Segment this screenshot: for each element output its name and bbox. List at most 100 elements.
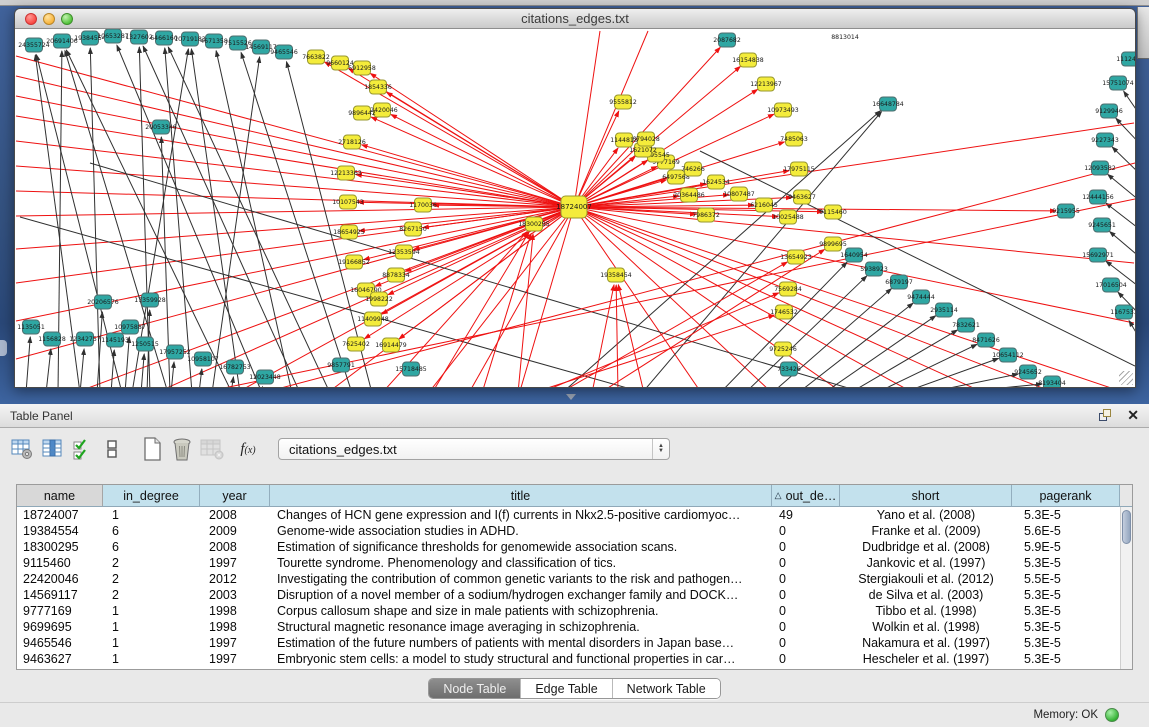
table-cell[interactable]: 6: [103, 539, 200, 555]
table-cell[interactable]: 1: [103, 619, 200, 635]
graph-node[interactable]: 10975887: [114, 320, 146, 334]
table-cell[interactable]: Wolkin et al. (1998): [840, 619, 1012, 635]
float-panel-icon[interactable]: [1099, 409, 1113, 422]
graph-node[interactable]: 15692971: [1082, 248, 1114, 262]
table-cell[interactable]: 1: [103, 603, 200, 619]
table-row[interactable]: 1872400712008Changes of HCN gene express…: [17, 507, 1132, 523]
table-row[interactable]: 1938455462009Genome-wide association stu…: [17, 523, 1132, 539]
table-cell[interactable]: 0: [772, 635, 840, 651]
table-cell[interactable]: Changes of HCN gene expression and I(f) …: [270, 507, 772, 523]
table-cell[interactable]: 0: [772, 523, 840, 539]
graph-node[interactable]: 2087682: [713, 33, 741, 47]
table-cell[interactable]: Investigating the contribution of common…: [270, 571, 772, 587]
graph-node[interactable]: 1112456: [1116, 52, 1135, 66]
table-cell[interactable]: 0: [772, 651, 840, 667]
table-row[interactable]: 946554611997Estimation of the future num…: [17, 635, 1132, 651]
table-row[interactable]: 977716911998Corpus callosum shape and si…: [17, 603, 1132, 619]
graph-node[interactable]: 1156828: [38, 332, 66, 346]
graph-node[interactable]: 1327602: [125, 30, 153, 44]
window-titlebar[interactable]: citations_edges.txt: [15, 9, 1135, 29]
graph-node[interactable]: 9227343: [1091, 133, 1119, 147]
column-header-in_degree[interactable]: in_degree: [103, 485, 200, 507]
graph-node[interactable]: 9474444: [907, 290, 935, 304]
table-options-icon[interactable]: [8, 435, 36, 463]
table-cell[interactable]: Embryonic stem cells: a model to study s…: [270, 651, 772, 667]
table-cell[interactable]: 0: [772, 555, 840, 571]
table-cell[interactable]: 9463627: [17, 651, 103, 667]
table-cell[interactable]: 1997: [200, 555, 270, 571]
graph-node[interactable]: 1640954: [840, 248, 868, 262]
table-cell[interactable]: 2012: [200, 571, 270, 587]
table-cell[interactable]: Estimation of significance thresholds fo…: [270, 539, 772, 555]
graph-node[interactable]: 10025488: [772, 210, 804, 224]
table-cell[interactable]: Stergiakouli et al. (2012): [840, 571, 1012, 587]
table-cell[interactable]: 2009: [200, 523, 270, 539]
graph-node[interactable]: 746266: [681, 162, 705, 176]
graph-node[interactable]: 16154838: [732, 53, 764, 67]
table-cell[interactable]: 2008: [200, 539, 270, 555]
table-cell[interactable]: 1998: [200, 619, 270, 635]
table-cell[interactable]: 18300295: [17, 539, 103, 555]
tab-edge-table[interactable]: Edge Table: [521, 679, 612, 698]
graph-node[interactable]: 10958107: [187, 352, 219, 366]
graph-node[interactable]: 1135051: [17, 320, 45, 334]
scrollbar-thumb[interactable]: [1122, 510, 1131, 544]
table-scrollbar[interactable]: [1120, 507, 1132, 669]
table-cell[interactable]: 5.3E-5: [1012, 555, 1120, 571]
table-cell[interactable]: 1: [103, 507, 200, 523]
graph-node[interactable]: 24355724: [18, 38, 50, 52]
graph-node[interactable]: 10654112: [992, 348, 1024, 362]
table-cell[interactable]: Hescheler et al. (1997): [840, 651, 1012, 667]
graph-node[interactable]: 2935114: [930, 303, 958, 317]
table-cell[interactable]: 0: [772, 603, 840, 619]
column-header-year[interactable]: year: [200, 485, 270, 507]
graph-node[interactable]: 733426: [777, 362, 801, 376]
table-cell[interactable]: 9115460: [17, 555, 103, 571]
graph-node[interactable]: 10107543: [332, 195, 364, 209]
delete-column-icon[interactable]: [168, 435, 196, 463]
table-cell[interactable]: 5.3E-5: [1012, 619, 1120, 635]
graph-node[interactable]: 15751074: [1102, 76, 1134, 90]
tab-network-table[interactable]: Network Table: [613, 679, 720, 698]
network-canvas[interactable]: 2435572420691406193845541065328713276026…: [15, 29, 1135, 387]
graph-node[interactable]: 12213967: [750, 77, 782, 91]
table-row[interactable]: 969969511998Structural magnetic resonanc…: [17, 619, 1132, 635]
graph-node[interactable]: 1167533: [1110, 305, 1135, 319]
graph-node[interactable]: 17975115: [783, 162, 815, 176]
table-cell[interactable]: 14569117: [17, 587, 103, 603]
graph-node[interactable]: 20053346: [145, 120, 177, 134]
table-cell[interactable]: 18724007: [17, 507, 103, 523]
table-cell[interactable]: Nakamura et al. (1997): [840, 635, 1012, 651]
checklist-icon[interactable]: [68, 435, 96, 463]
table-cell[interactable]: 2008: [200, 507, 270, 523]
graph-node[interactable]: 9245652: [1014, 365, 1042, 379]
graph-node[interactable]: 18724007: [556, 196, 592, 218]
table-cell[interactable]: 5.3E-5: [1012, 587, 1120, 603]
table-cell[interactable]: Yano et al. (2008): [840, 507, 1012, 523]
graph-node[interactable]: 6216045: [750, 198, 778, 212]
table-cell[interactable]: 5.9E-5: [1012, 539, 1120, 555]
table-cell[interactable]: 19384554: [17, 523, 103, 539]
table-cell[interactable]: 0: [772, 619, 840, 635]
graph-node[interactable]: 7485063: [780, 132, 808, 146]
graph-node[interactable]: 19358454: [600, 268, 632, 282]
table-cell[interactable]: 2: [103, 571, 200, 587]
table-cell[interactable]: 1997: [200, 651, 270, 667]
table-row[interactable]: 2242004622012Investigating the contribut…: [17, 571, 1132, 587]
graph-node[interactable]: 15718485: [395, 362, 427, 376]
table-row[interactable]: 1456911722003Disruption of a novel membe…: [17, 587, 1132, 603]
table-cell[interactable]: 5.3E-5: [1012, 603, 1120, 619]
column-chooser-icon[interactable]: [38, 435, 66, 463]
table-cell[interactable]: 1: [103, 635, 200, 651]
table-cell[interactable]: Dudbridge et al. (2008): [840, 539, 1012, 555]
graph-node[interactable]: 9555812: [609, 95, 637, 109]
close-panel-icon[interactable]: ✕: [1127, 409, 1139, 422]
tab-node-table[interactable]: Node Table: [429, 679, 521, 698]
graph-node[interactable]: 9129946: [1095, 104, 1123, 118]
table-cell[interactable]: de Silva et al. (2003): [840, 587, 1012, 603]
graph-node[interactable]: 17957252: [159, 345, 191, 359]
graph-node[interactable]: 8193404: [1038, 376, 1066, 387]
graph-node[interactable]: 20691406: [46, 34, 78, 48]
table-cell[interactable]: 2: [103, 587, 200, 603]
table-cell[interactable]: Franke et al. (2009): [840, 523, 1012, 539]
